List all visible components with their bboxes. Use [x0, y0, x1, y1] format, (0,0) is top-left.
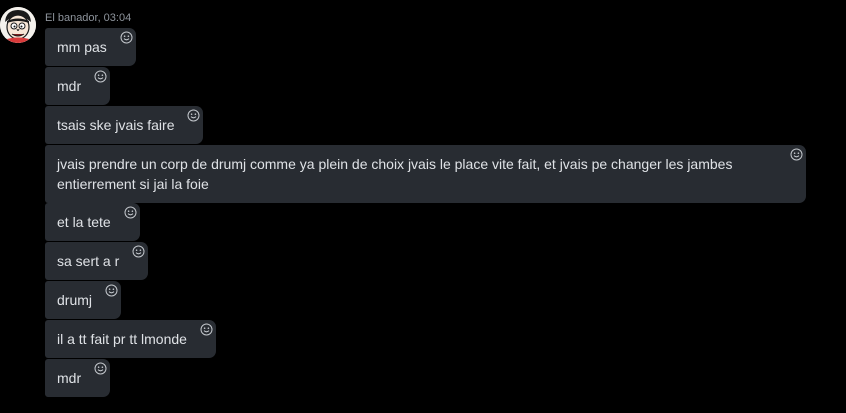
message-text: mdr	[57, 78, 82, 94]
message-row: mm pas	[45, 28, 835, 67]
message-row: tsais ske jvais faire	[45, 106, 835, 145]
message-text: mdr	[57, 370, 82, 386]
message-text: sa sert a r	[57, 253, 120, 269]
message-row: il a tt fait pr tt lmonde	[45, 320, 835, 359]
header-separator: ,	[97, 12, 101, 24]
message-bubble[interactable]: jvais prendre un corp de drumj comme ya …	[45, 145, 806, 203]
message-row: mdr	[45, 67, 835, 106]
smiley-add-reaction-icon[interactable]	[94, 70, 107, 83]
message-bubble[interactable]: mdr	[45, 359, 111, 397]
message-text: et la tete	[57, 214, 111, 230]
message-bubble[interactable]: mdr	[45, 67, 111, 105]
message-bubble[interactable]: tsais ske jvais faire	[45, 106, 204, 144]
message-header: El banador, 03:04	[45, 11, 131, 25]
message-bubble[interactable]: et la tete	[45, 203, 140, 241]
message-text: tsais ske jvais faire	[57, 117, 175, 133]
message-bubble[interactable]: mm pas	[45, 28, 136, 66]
message-row: sa sert a r	[45, 242, 835, 281]
message-text: jvais prendre un corp de drumj comme ya …	[57, 156, 733, 192]
message-text: il a tt fait pr tt lmonde	[57, 331, 187, 347]
smiley-add-reaction-icon[interactable]	[200, 323, 213, 336]
smiley-add-reaction-icon[interactable]	[790, 148, 803, 161]
author-name[interactable]: El banador	[45, 12, 98, 24]
smiley-add-reaction-icon[interactable]	[105, 284, 118, 297]
smiley-add-reaction-icon[interactable]	[187, 109, 200, 122]
author-avatar[interactable]	[0, 7, 36, 43]
message-bubble[interactable]: drumj	[45, 281, 122, 319]
message-text: drumj	[57, 292, 93, 308]
message-text: mm pas	[57, 39, 107, 55]
message-row: drumj	[45, 281, 835, 320]
message-row: jvais prendre un corp de drumj comme ya …	[45, 145, 835, 203]
message-bubble[interactable]: il a tt fait pr tt lmonde	[45, 320, 216, 358]
message-timestamp: 03:04	[103, 12, 132, 24]
smiley-add-reaction-icon[interactable]	[94, 362, 107, 375]
cartoon-face-avatar-icon	[0, 7, 36, 43]
smiley-add-reaction-icon[interactable]	[132, 245, 145, 258]
smiley-add-reaction-icon[interactable]	[120, 31, 133, 44]
message-bubble[interactable]: sa sert a r	[45, 242, 149, 280]
message-row: et la tete	[45, 203, 835, 242]
message-list: mm pas mdr tsais ske jvais faire jvais p…	[45, 28, 835, 398]
message-row: mdr	[45, 359, 835, 398]
smiley-add-reaction-icon[interactable]	[124, 206, 137, 219]
